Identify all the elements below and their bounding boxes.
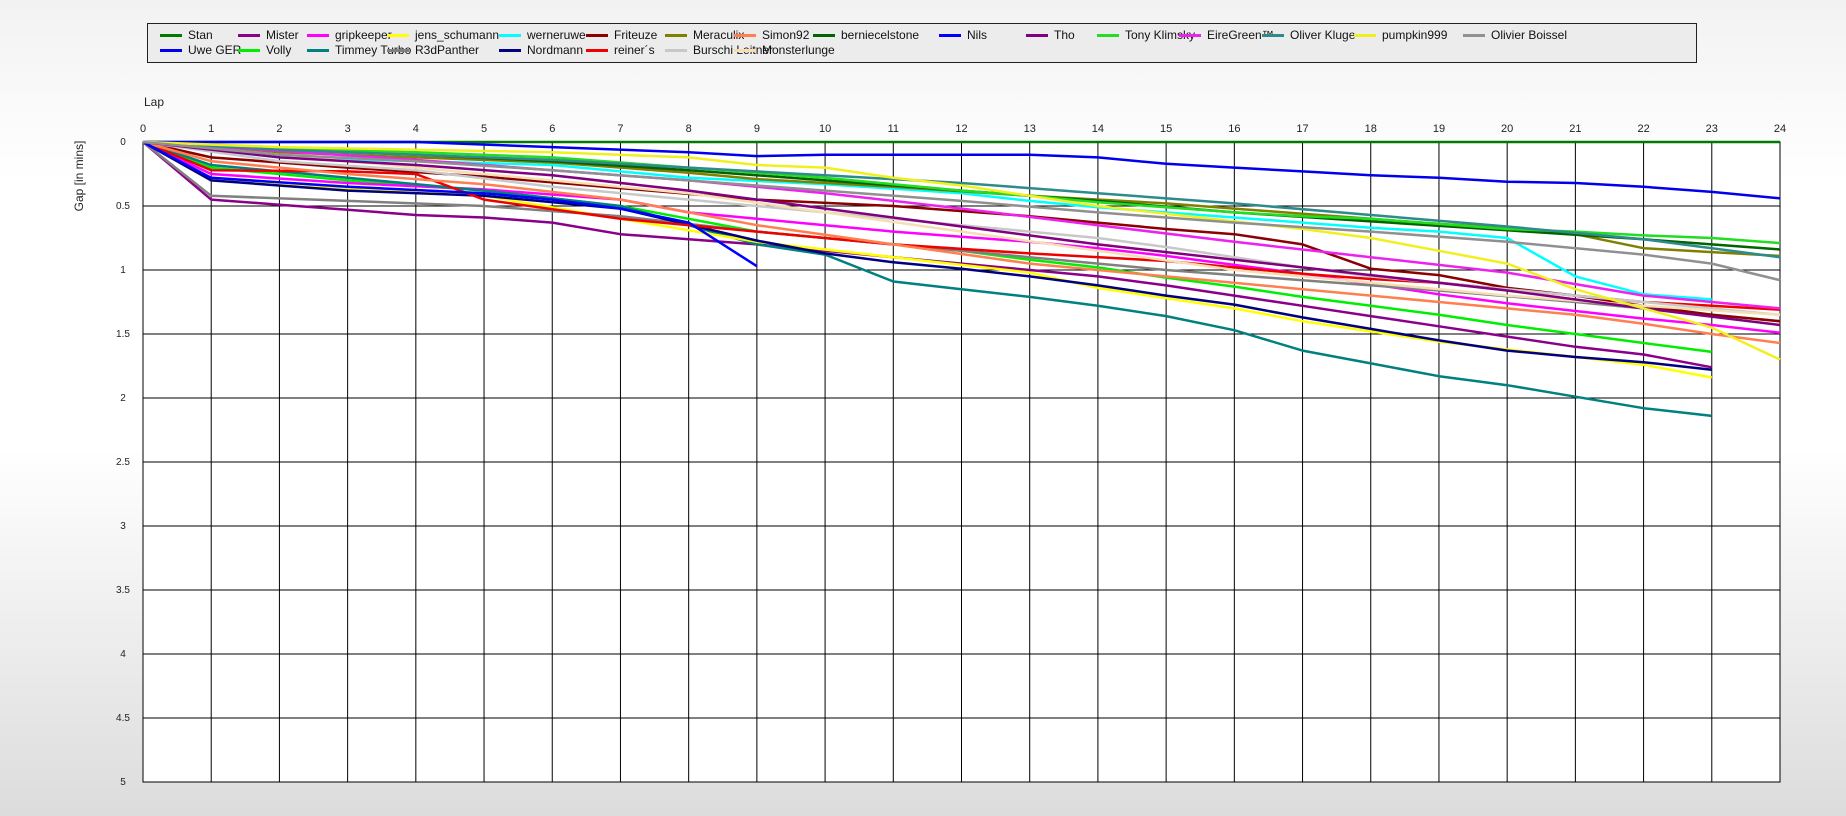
y-tick-label: 0.5	[116, 201, 130, 212]
x-tick-label: 6	[549, 123, 555, 135]
x-tick-label: 19	[1433, 123, 1445, 135]
x-tick-label: 11	[888, 123, 899, 135]
y-tick-label: 3	[120, 521, 126, 532]
x-tick-label: 21	[1569, 123, 1581, 135]
x-tick-label: 7	[617, 123, 623, 135]
x-tick-label: 18	[1365, 123, 1377, 135]
y-tick-label: 2	[120, 393, 126, 404]
y-tick-label: 4	[120, 649, 126, 660]
y-tick-label: 3.5	[116, 585, 130, 596]
x-tick-label: 20	[1501, 123, 1513, 135]
y-tick-label: 4.5	[116, 713, 130, 724]
x-tick-label: 17	[1296, 123, 1308, 135]
x-tick-label: 24	[1774, 123, 1786, 135]
x-tick-label: 12	[955, 123, 967, 135]
x-tick-label: 15	[1160, 123, 1172, 135]
x-tick-label: 14	[1092, 123, 1104, 135]
x-tick-label: 0	[140, 123, 146, 135]
y-tick-label: 1.5	[116, 329, 130, 340]
y-tick-label: 0	[120, 137, 126, 148]
x-tick-label: 16	[1228, 123, 1240, 135]
x-tick-label: 3	[345, 123, 351, 135]
y-tick-label: 5	[120, 777, 126, 788]
x-tick-label: 8	[686, 123, 692, 135]
x-tick-label: 22	[1637, 123, 1649, 135]
gap-chart: 0 1 2 3 4 5 6 7 8 9 10 11 12 13 14 15 16 17 18 19 20 21 22 23 24…	[72, 95, 1786, 788]
x-tick-label: 4	[413, 123, 419, 135]
x-tick-label: 5	[481, 123, 487, 135]
y-axis-label: Gap [in mins]	[72, 141, 86, 212]
x-tick-label: 10	[819, 123, 831, 135]
x-tick-label: 2	[276, 123, 282, 135]
x-tick-label: 9	[754, 123, 760, 135]
x-tick-label: 23	[1706, 123, 1718, 135]
y-tick-label: 2.5	[116, 457, 130, 468]
x-tick-label: 13	[1024, 123, 1036, 135]
x-axis-label: Lap	[144, 95, 164, 109]
x-tick-label: 1	[208, 123, 214, 135]
y-tick-label: 1	[120, 265, 126, 276]
